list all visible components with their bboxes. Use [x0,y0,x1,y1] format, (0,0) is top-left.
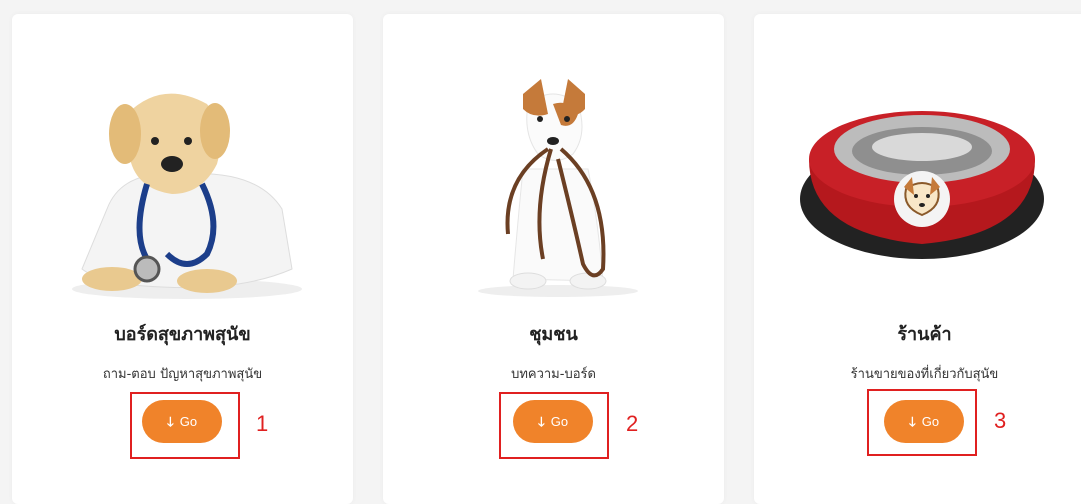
annotation-box-3 [867,389,977,456]
dog-bowl-image [800,111,1044,259]
annotation-number-2: 2 [626,411,639,436]
card-subtitle: ร้านขายของที่เกี่ยวกับสุนัข [850,367,999,382]
card-title: ร้านค้า [897,324,952,345]
card-title: บอร์ดสุขภาพสุนัข [114,324,251,345]
card-title: ชุมชน [529,324,578,345]
card-subtitle: ถาม-ตอบ ปัญหาสุขภาพสุนัข [102,367,263,382]
card-subtitle: บทความ-บอร์ด [511,367,596,382]
dog-with-leash-image [478,79,638,297]
annotation-box-1 [130,392,240,459]
annotation-box-2 [499,392,609,459]
annotation-number-1: 1 [256,411,269,436]
puppy-doctor-image [72,93,302,299]
annotation-number-3: 3 [994,408,1007,433]
